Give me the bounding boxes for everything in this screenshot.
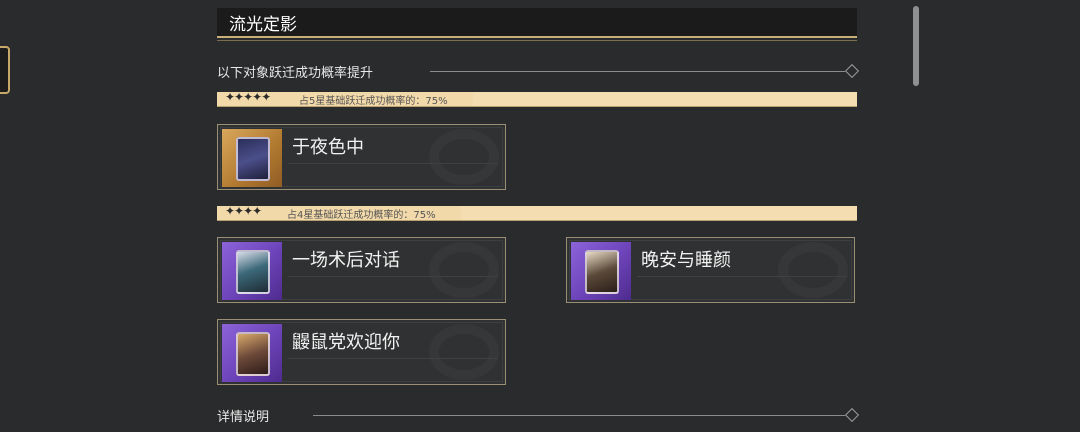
light-cone-icon bbox=[236, 137, 270, 181]
four-star-item-card[interactable]: 一场术后对话 bbox=[217, 237, 506, 303]
watermark-icon bbox=[778, 242, 848, 298]
watermark-icon bbox=[429, 324, 499, 380]
title-bar: 流光定影 bbox=[217, 8, 857, 38]
up-section-header: 以下对象跃迁成功概率提升 bbox=[217, 62, 860, 82]
details-section-header: 详情说明 bbox=[217, 406, 860, 426]
item-thumbnail bbox=[222, 242, 282, 300]
diamond-icon bbox=[844, 63, 860, 79]
scrollbar[interactable] bbox=[913, 6, 919, 86]
five-star-item-card[interactable]: 于夜色中 bbox=[217, 124, 506, 190]
card-divider bbox=[288, 276, 498, 277]
four-star-rate-bar: ✦✦✦✦ 占4星基础跃迁成功概率的：75% bbox=[217, 204, 857, 221]
light-cone-icon bbox=[585, 250, 619, 294]
diamond-icon bbox=[844, 407, 860, 423]
card-divider bbox=[637, 276, 847, 277]
four-star-icons: ✦✦✦✦ bbox=[225, 204, 262, 218]
watermark-icon bbox=[429, 129, 499, 185]
item-thumbnail bbox=[222, 129, 282, 187]
light-cone-icon bbox=[236, 250, 270, 294]
five-star-rate-text: 占5星基础跃迁成功概率的：75% bbox=[299, 96, 448, 107]
rate-bar-fill bbox=[473, 92, 857, 106]
section-divider-line bbox=[313, 415, 845, 416]
up-section-label: 以下对象跃迁成功概率提升 bbox=[217, 66, 374, 81]
section-divider-line bbox=[430, 71, 845, 72]
details-section-label: 详情说明 bbox=[217, 410, 270, 425]
item-thumbnail bbox=[222, 324, 282, 382]
octagon-emblem-icon[interactable] bbox=[0, 46, 10, 94]
card-divider bbox=[288, 163, 498, 164]
five-star-icons: ✦✦✦✦✦ bbox=[225, 90, 271, 104]
rate-bar-fill bbox=[461, 206, 857, 220]
item-thumbnail bbox=[571, 242, 631, 300]
item-name: 鼹鼠党欢迎你 bbox=[292, 332, 400, 353]
item-name: 于夜色中 bbox=[292, 137, 364, 158]
light-cone-icon bbox=[236, 332, 270, 376]
card-divider bbox=[288, 358, 498, 359]
item-name: 一场术后对话 bbox=[292, 250, 400, 271]
four-star-item-card[interactable]: 鼹鼠党欢迎你 bbox=[217, 319, 506, 385]
four-star-item-card[interactable]: 晚安与睡颜 bbox=[566, 237, 855, 303]
page-title: 流光定影 bbox=[229, 15, 297, 35]
item-name: 晚安与睡颜 bbox=[641, 250, 731, 271]
five-star-rate-bar: ✦✦✦✦✦ 占5星基础跃迁成功概率的：75% bbox=[217, 90, 857, 107]
four-star-rate-text: 占4星基础跃迁成功概率的：75% bbox=[287, 210, 436, 221]
watermark-icon bbox=[429, 242, 499, 298]
